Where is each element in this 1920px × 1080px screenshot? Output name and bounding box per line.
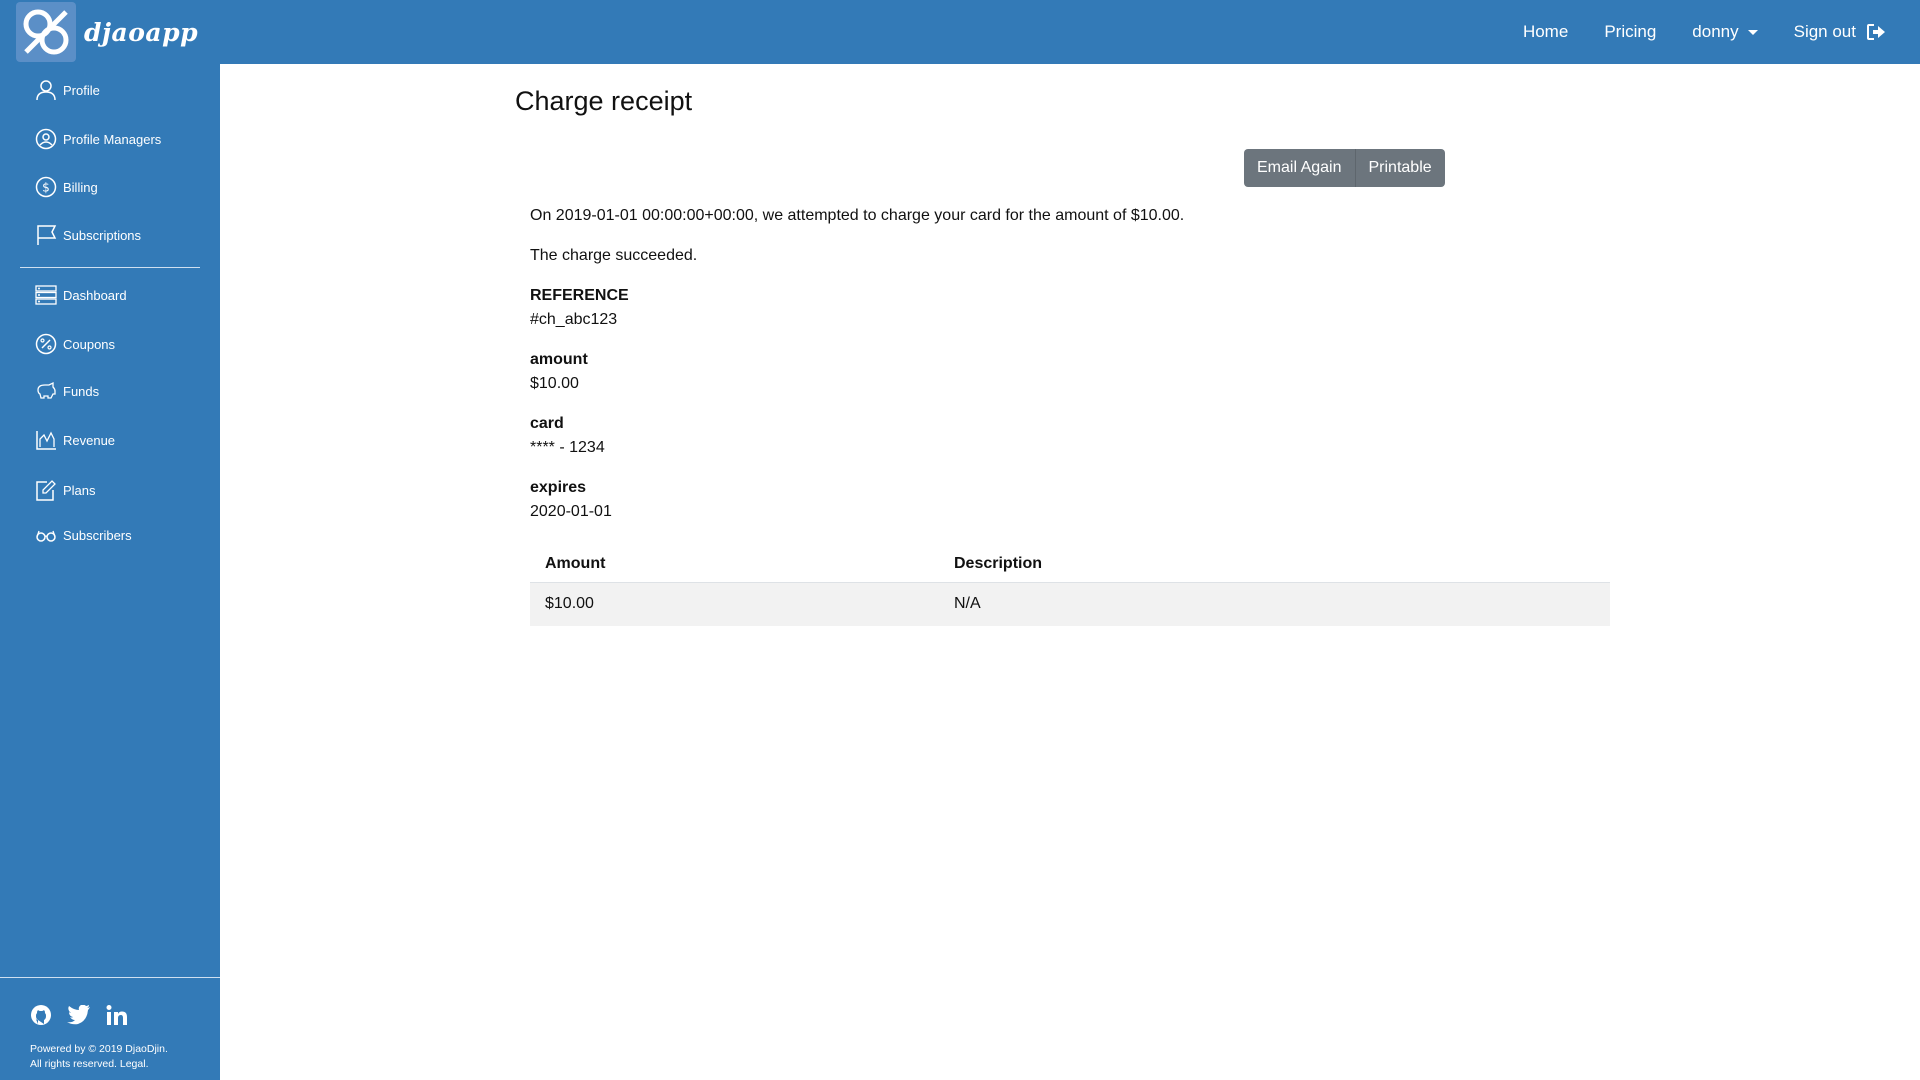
charge-status-text: The charge succeeded. [530, 247, 698, 264]
sidebar-item-label: Funds [63, 383, 100, 399]
sidebar-item-label: Profile [63, 82, 100, 98]
field-value: #ch_abc123 [530, 311, 618, 328]
powered-by-text: Powered by © 2019 DjaoDjin. [30, 1043, 168, 1055]
brand-link[interactable]: djaoapp [0, 0, 220, 64]
field-label: expires [530, 479, 587, 496]
charge-attempt-text: On 2019-01-01 00:00:00+00:00, we attempt… [530, 207, 1185, 224]
svg-text:$: $ [42, 181, 50, 195]
top-navbar: djaoapp Home Pricing donny Sign out [0, 0, 1920, 64]
receipt-actions: Email Again Printable [1244, 149, 1445, 187]
nav-links: Home Pricing donny Sign out [1487, 0, 1886, 64]
field-label: REFERENCE [530, 287, 629, 304]
sidebar-item-label: Subscriptions [63, 227, 142, 243]
piggy-bank-icon [34, 379, 58, 403]
charge-items-table: Amount Description $10.00 N/A [530, 546, 1610, 626]
sidebar-item-label: Subscribers [63, 527, 132, 543]
user-icon [34, 78, 58, 102]
bar-chart-icon [34, 428, 58, 452]
sidebar-item-label: Billing [63, 179, 98, 195]
twitter-icon[interactable] [66, 1002, 92, 1028]
printable-button[interactable]: Printable [1354, 149, 1445, 187]
nav-home-link[interactable]: Home [1523, 22, 1568, 42]
reference-field: REFERENCE #ch_abc123 [530, 284, 1610, 332]
djaoapp-logo-icon [16, 2, 76, 62]
linkedin-icon[interactable] [104, 1002, 130, 1028]
sidebar-item-label: Plans [63, 482, 96, 498]
rights-text: All rights reserved. [30, 1058, 117, 1070]
sidebar-item-funds[interactable]: Funds [34, 377, 99, 405]
sidebar-item-label: Dashboard [63, 287, 127, 303]
sidebar-item-revenue[interactable]: Revenue [34, 426, 115, 454]
field-label: card [530, 415, 564, 432]
sidebar-item-label: Coupons [63, 336, 116, 352]
caret-down-icon [1747, 29, 1758, 35]
sidebar-item-label: Profile Managers [63, 131, 162, 147]
brand-name: djaoapp [84, 17, 199, 47]
glasses-icon [34, 523, 58, 547]
card-field: card **** - 1234 [530, 412, 1610, 460]
sidebar-divider [20, 267, 200, 268]
cell-amount: $10.00 [530, 582, 939, 626]
sidebar-item-dashboard[interactable]: Dashboard [34, 281, 127, 309]
sidebar-footer: Powered by © 2019 DjaoDjin. All rights r… [0, 977, 220, 1080]
sidebar-item-label: Revenue [63, 432, 116, 448]
user-circle-icon [34, 127, 58, 151]
dollar-circle-icon: $ [34, 175, 58, 199]
email-again-button[interactable]: Email Again [1244, 149, 1355, 187]
column-header-description: Description [939, 546, 1610, 583]
sidebar-item-subscriptions[interactable]: Subscriptions [34, 221, 141, 249]
sidebar-item-plans[interactable]: Plans [34, 476, 96, 504]
table-row: $10.00 N/A [530, 582, 1610, 626]
social-links [28, 1002, 142, 1028]
column-header-amount: Amount [530, 546, 939, 583]
field-value: **** - 1234 [530, 439, 605, 456]
amount-field: amount $10.00 [530, 348, 1610, 396]
flag-icon [34, 223, 58, 247]
sign-out-icon [1867, 24, 1885, 40]
sidebar-item-profile[interactable]: Profile [34, 76, 100, 104]
footer-text: Powered by © 2019 DjaoDjin. All rights r… [30, 1042, 168, 1072]
percent-icon [34, 332, 58, 356]
expires-field: expires 2020-01-01 [530, 476, 1610, 524]
nav-pricing-link[interactable]: Pricing [1604, 22, 1656, 42]
page-title: Charge receipt [515, 86, 693, 116]
receipt-details: On 2019-01-01 00:00:00+00:00, we attempt… [530, 204, 1610, 540]
sign-out-label: Sign out [1793, 22, 1856, 41]
sidebar-item-profile-managers[interactable]: Profile Managers [34, 125, 161, 153]
sidebar-item-subscribers[interactable]: Subscribers [34, 521, 132, 549]
user-dropdown[interactable]: donny [1692, 22, 1758, 42]
sign-out-link[interactable]: Sign out [1794, 22, 1886, 42]
server-icon [34, 283, 58, 307]
user-name: donny [1692, 22, 1739, 41]
field-value: 2020-01-01 [530, 503, 612, 520]
field-label: amount [530, 351, 588, 368]
sidebar-item-billing[interactable]: $ Billing [34, 173, 98, 201]
field-value: $10.00 [530, 375, 579, 392]
legal-link[interactable]: Legal. [120, 1058, 149, 1070]
sidebar: Profile Profile Managers $ Billing Subsc… [0, 64, 220, 1080]
cell-description: N/A [939, 582, 1610, 626]
github-icon[interactable] [28, 1002, 54, 1028]
sidebar-item-coupons[interactable]: Coupons [34, 330, 115, 358]
table-header-row: Amount Description [530, 546, 1610, 583]
edit-icon [34, 478, 58, 502]
